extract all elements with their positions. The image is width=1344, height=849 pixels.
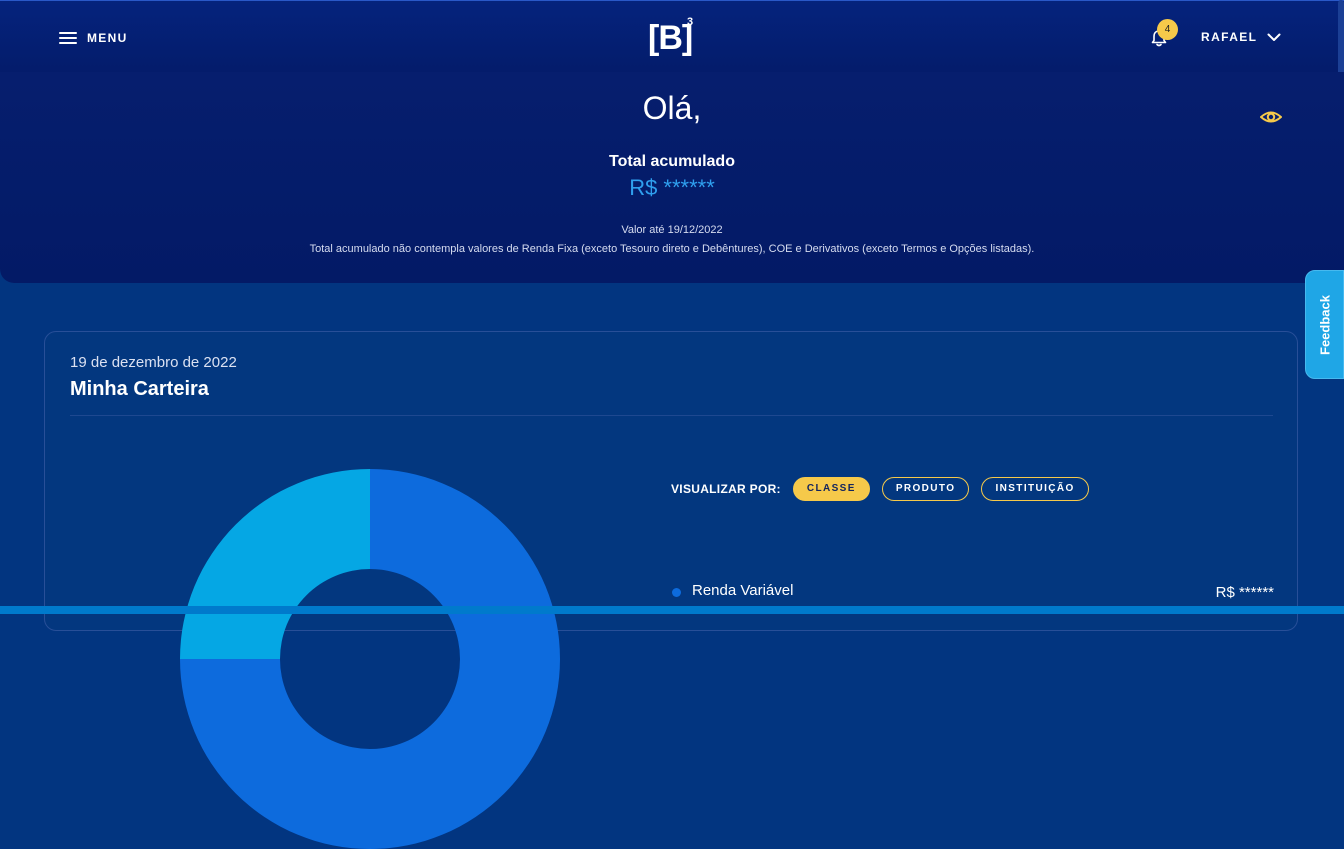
- view-option-produto[interactable]: PRODUTO: [881, 477, 970, 501]
- donut-segment-other[interactable]: [180, 469, 370, 659]
- eye-icon[interactable]: [1259, 108, 1283, 126]
- view-option-instituicao[interactable]: INSTITUIÇÃO: [981, 477, 1089, 501]
- total-accumulated-value: R$ ******: [629, 175, 715, 200]
- greeting-heading: Olá,: [642, 90, 702, 126]
- user-menu[interactable]: RAFAEL: [1201, 30, 1281, 44]
- legend-value: R$ ******: [1215, 584, 1274, 601]
- view-by-label: VISUALIZAR POR:: [671, 482, 781, 496]
- notification-count-badge: 4: [1157, 19, 1178, 40]
- menu-button[interactable]: MENU: [59, 29, 128, 47]
- disclaimer-text: Total acumulado não contempla valores de…: [309, 243, 1035, 255]
- view-by-selector: VISUALIZAR POR: CLASSE PRODUTO INSTITUIÇ…: [671, 477, 1089, 501]
- portfolio-date: 19 de dezembro de 2022: [70, 354, 237, 371]
- chevron-down-icon: [1267, 33, 1281, 41]
- legend-color-dot: [672, 588, 681, 597]
- feedback-label: Feedback: [1317, 294, 1332, 355]
- portfolio-title: Minha Carteira: [70, 378, 209, 400]
- logo-text: [B]: [648, 19, 693, 57]
- legend-label: Renda Variável: [692, 582, 794, 599]
- feedback-tab[interactable]: Feedback: [1305, 270, 1344, 379]
- user-name: RAFAEL: [1201, 30, 1258, 44]
- hamburger-icon: [59, 32, 77, 44]
- total-accumulated-label: Total acumulado: [609, 153, 735, 170]
- b3-logo[interactable]: [B] 3: [648, 16, 696, 58]
- summary-panel: Olá, Total acumulado R$ ****** Valor até…: [0, 72, 1344, 283]
- value-date-note: Valor até 19/12/2022: [621, 224, 723, 236]
- allocation-donut-chart: [180, 469, 560, 849]
- menu-label: MENU: [87, 31, 128, 45]
- donut-segment-renda-variavel[interactable]: [370, 469, 560, 659]
- top-navigation-bar: MENU [B] 3 4 RAFAEL: [0, 0, 1344, 72]
- status-bar: [0, 606, 1344, 614]
- legend-item-renda-variavel[interactable]: Renda Variável R$ ******: [671, 582, 1274, 602]
- logo-superscript: 3: [687, 16, 694, 28]
- view-option-classe[interactable]: CLASSE: [792, 477, 870, 501]
- card-divider: [70, 415, 1273, 416]
- donut-segment-bottom[interactable]: [180, 659, 560, 849]
- portfolio-card: 19 de dezembro de 2022 Minha Carteira VI…: [44, 331, 1298, 849]
